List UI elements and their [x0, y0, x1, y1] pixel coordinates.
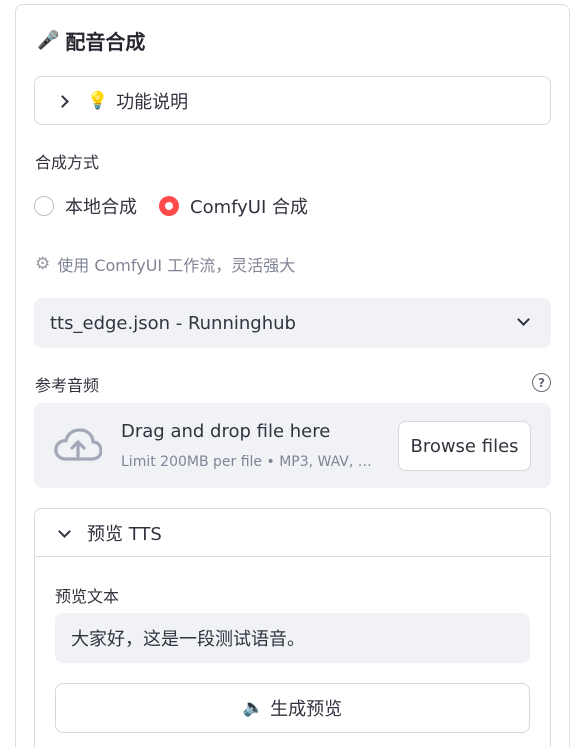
chevron-down-icon: [57, 526, 71, 540]
preview-tts-header-label: 预览 TTS: [87, 523, 162, 545]
file-uploader-dropzone[interactable]: Drag and drop file here Limit 200MB per …: [34, 403, 551, 488]
radio-label: 本地合成: [65, 197, 137, 218]
mode-caption-text: 使用 ComfyUI 工作流，灵活强大: [57, 256, 296, 275]
drop-limit: Limit 200MB per file • MP3, WAV, …: [121, 454, 372, 470]
workflow-select-value: tts_edge.json - Runninghub: [50, 312, 296, 334]
reference-audio-label: 参考音频: [35, 376, 100, 395]
help-expander-label: 功能说明: [116, 91, 189, 113]
help-expander[interactable]: 💡 功能说明: [34, 76, 551, 125]
microphone-icon: 🎤: [37, 29, 60, 51]
question-circle-icon[interactable]: ?: [532, 373, 551, 392]
radio-local-synthesis[interactable]: 本地合成: [34, 193, 137, 219]
gear-icon: ⚙: [35, 254, 51, 274]
synthesis-mode-label: 合成方式: [35, 153, 100, 172]
mode-caption: ⚙ 使用 ComfyUI 工作流，灵活强大: [35, 252, 295, 276]
cloud-upload-icon: [54, 427, 103, 467]
speaker-icon: 🔈: [242, 698, 265, 718]
drop-title: Drag and drop file here: [121, 421, 331, 442]
workflow-select[interactable]: tts_edge.json - Runninghub: [34, 298, 551, 348]
preview-text-value: 大家好，这是一段测试语音。: [71, 629, 305, 650]
page-title-text: 配音合成: [65, 29, 146, 54]
generate-preview-label: 生成预览: [270, 699, 343, 720]
chevron-right-icon: [57, 94, 71, 108]
lightbulb-icon: 💡: [87, 90, 109, 111]
preview-text-input[interactable]: 大家好，这是一段测试语音。: [55, 613, 530, 663]
radio-circle-unselected: [34, 196, 54, 216]
page-title: 🎤 配音合成: [37, 26, 145, 54]
radio-comfyui-synthesis[interactable]: ComfyUI 合成: [159, 193, 308, 219]
radio-circle-selected: [159, 196, 179, 216]
preview-tts-expander-header[interactable]: 预览 TTS: [35, 509, 550, 557]
browse-files-button[interactable]: Browse files: [398, 421, 531, 471]
synthesis-mode-radio-group: 本地合成 ComfyUI 合成: [34, 193, 330, 219]
radio-label: ComfyUI 合成: [190, 197, 308, 218]
preview-tts-expander: 预览 TTS 预览文本 大家好，这是一段测试语音。 🔈 生成预览: [34, 508, 551, 747]
generate-preview-button[interactable]: 🔈 生成预览: [55, 683, 530, 733]
chevron-down-icon: [517, 315, 529, 327]
preview-text-label: 预览文本: [55, 587, 120, 606]
